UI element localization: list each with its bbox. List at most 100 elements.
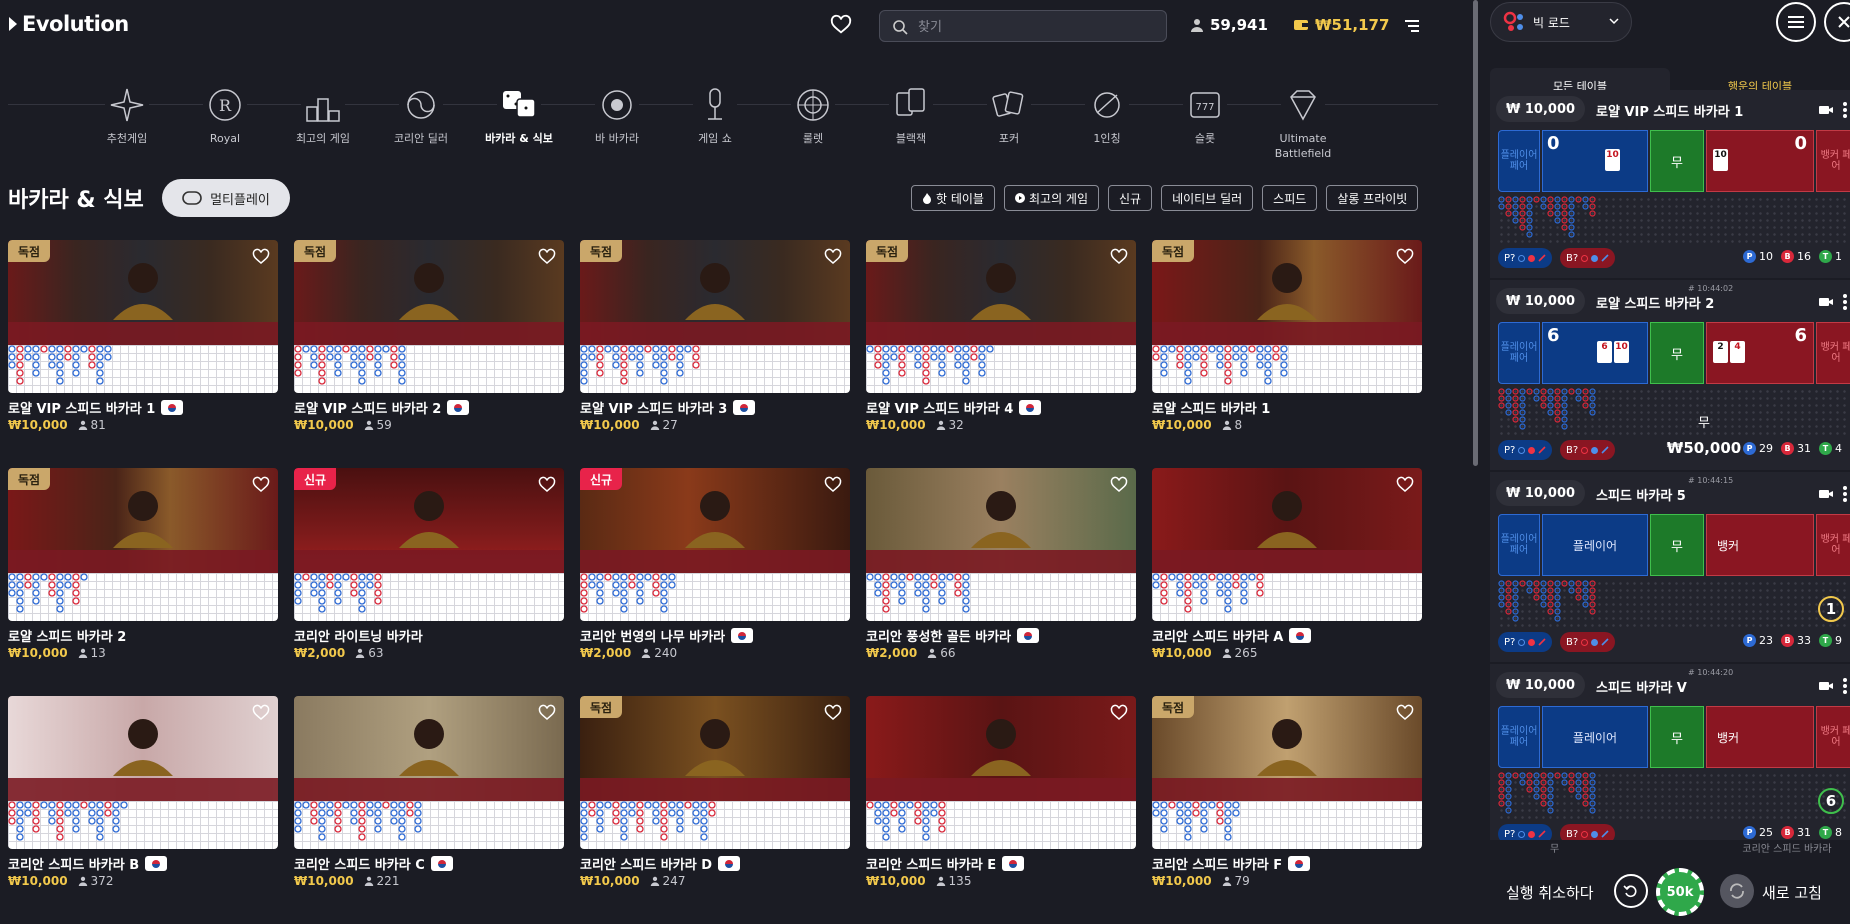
table-thumbnail[interactable] <box>294 696 564 849</box>
table-card[interactable]: 신규 코리안 라이트닝 바카라 ₩2,000 63 <box>294 468 564 660</box>
table-card[interactable]: 독점 코리안 스피드 바카라 D ₩10,000 247 <box>580 696 850 888</box>
favorite-heart-icon[interactable] <box>1396 248 1414 266</box>
player-pair-bet[interactable]: 플레이어 페어 <box>1498 706 1540 768</box>
undo-button[interactable] <box>1614 874 1648 908</box>
table-card[interactable]: 독점 코리안 스피드 바카라 F ₩10,000 79 <box>1152 696 1422 888</box>
table-card[interactable]: 독점 로얄 스피드 바카라 2 ₩10,000 13 <box>8 468 278 660</box>
banker-bet[interactable]: 뱅커 <box>1706 514 1814 576</box>
refresh-button[interactable] <box>1720 874 1754 908</box>
player-prediction[interactable]: P? <box>1498 440 1553 460</box>
search-box[interactable] <box>879 10 1167 42</box>
table-thumbnail[interactable] <box>8 696 278 849</box>
banker-pair-bet[interactable]: 뱅커 페어 <box>1816 706 1850 768</box>
panel-table-card[interactable]: # 10:44:02 ₩ 10,000 로얄 스피드 바카라 2 플레이어 페어 6 6 1… <box>1490 282 1850 472</box>
favorite-heart-icon[interactable] <box>252 248 270 266</box>
table-card[interactable]: 독점 로얄 VIP 스피드 바카라 2 ₩10,000 59 <box>294 240 564 432</box>
category-microphone[interactable]: 게임 쇼 <box>670 68 760 168</box>
banker-prediction[interactable]: B? <box>1560 632 1616 652</box>
multiplay-button[interactable]: 멀티플레이 <box>162 179 290 217</box>
more-options-icon[interactable] <box>1842 292 1848 312</box>
table-thumbnail[interactable]: 독점 <box>580 696 850 849</box>
video-camera-icon[interactable] <box>1818 680 1834 692</box>
favorite-heart-icon[interactable] <box>252 476 270 494</box>
player-pair-bet[interactable]: 플레이어 페어 <box>1498 130 1540 192</box>
favorite-heart-icon[interactable] <box>1110 248 1128 266</box>
main-scrollbar-thumb[interactable] <box>1473 0 1478 466</box>
tie-bet[interactable]: 무 <box>1650 130 1704 192</box>
category-slot-machine[interactable]: 777 슬롯 <box>1160 68 1250 168</box>
chip-selector[interactable]: 50k <box>1656 868 1704 916</box>
category-poker-cards[interactable]: 포커 <box>964 68 1054 168</box>
video-camera-icon[interactable] <box>1818 296 1834 308</box>
table-thumbnail[interactable]: 신규 <box>294 468 564 621</box>
favorite-heart-icon[interactable] <box>1110 704 1128 722</box>
banker-pair-bet[interactable]: 뱅커 페어 <box>1816 130 1850 192</box>
panel-table-card[interactable]: ₩ 10,000 로얄 VIP 스피드 바카라 1 플레이어 페어 0 10 무 0 10 뱅커… <box>1490 90 1850 280</box>
player-pair-bet[interactable]: 플레이어 페어 <box>1498 514 1540 576</box>
banker-prediction[interactable]: B? <box>1560 248 1616 268</box>
panel-table-card[interactable]: # 10:44:15 ₩ 10,000 스피드 바카라 5 플레이어 페어 플레이어 무 뱅… <box>1490 474 1850 664</box>
player-prediction[interactable]: P? <box>1498 248 1553 268</box>
player-prediction[interactable]: P? <box>1498 632 1553 652</box>
player-prediction[interactable]: P? <box>1498 824 1553 840</box>
table-card[interactable]: 코리안 스피드 바카라 E ₩10,000 135 <box>866 696 1136 888</box>
banker-bet[interactable]: 뱅커 <box>1706 706 1814 768</box>
table-card[interactable]: 독점 로얄 스피드 바카라 1 ₩10,000 8 <box>1152 240 1422 432</box>
favorite-heart-icon[interactable] <box>1110 476 1128 494</box>
favorite-heart-icon[interactable] <box>824 476 842 494</box>
banker-bet[interactable]: 0 10 <box>1706 130 1814 192</box>
category-korean-taeguk[interactable]: 코리안 딜러 <box>376 68 466 168</box>
panel-table-card[interactable]: # 10:44:20 ₩ 10,000 스피드 바카라 V 플레이어 페어 플레이어 무 뱅… <box>1490 666 1850 840</box>
table-thumbnail[interactable] <box>866 468 1136 621</box>
evolution-logo[interactable]: Evolution <box>8 12 129 36</box>
table-card[interactable]: 독점 로얄 VIP 스피드 바카라 3 ₩10,000 27 <box>580 240 850 432</box>
favorites-heart-icon[interactable] <box>830 14 852 36</box>
category-roulette[interactable]: 룰렛 <box>768 68 858 168</box>
player-bet[interactable]: 6 6 10 <box>1542 322 1648 384</box>
more-options-icon[interactable] <box>1842 100 1848 120</box>
filter-chip[interactable]: 네이티브 딜러 <box>1161 185 1254 211</box>
table-card[interactable]: 신규 코리안 번영의 나무 바카라 ₩2,000 240 <box>580 468 850 660</box>
table-thumbnail[interactable] <box>866 696 1136 849</box>
tie-bet[interactable]: 무 <box>1650 514 1704 576</box>
table-card[interactable]: 독점 로얄 VIP 스피드 바카라 4 ₩10,000 32 <box>866 240 1136 432</box>
table-thumbnail[interactable]: 신규 <box>580 468 850 621</box>
table-thumbnail[interactable]: 독점 <box>1152 240 1422 393</box>
player-bet[interactable]: 플레이어 <box>1542 706 1648 768</box>
panel-menu-button[interactable] <box>1776 2 1816 42</box>
favorite-heart-icon[interactable] <box>824 248 842 266</box>
table-thumbnail[interactable]: 독점 <box>8 468 278 621</box>
category-speed-baccarat[interactable]: 바 바카라 <box>572 68 662 168</box>
favorite-heart-icon[interactable] <box>252 704 270 722</box>
filter-chip[interactable]: 최고의 게임 <box>1003 185 1099 211</box>
road-type-select[interactable]: 빅 로드 <box>1490 2 1632 42</box>
banker-prediction[interactable]: B? <box>1560 824 1616 840</box>
search-input[interactable] <box>918 17 1158 37</box>
favorite-heart-icon[interactable] <box>824 704 842 722</box>
table-card[interactable]: 코리안 스피드 바카라 B ₩10,000 372 <box>8 696 278 888</box>
table-thumbnail[interactable]: 독점 <box>866 240 1136 393</box>
table-thumbnail[interactable] <box>1152 468 1422 621</box>
video-camera-icon[interactable] <box>1818 104 1834 116</box>
table-card[interactable]: 코리안 풍성한 골든 바카라 ₩2,000 66 <box>866 468 1136 660</box>
more-options-icon[interactable] <box>1842 484 1848 504</box>
filter-chip[interactable]: 신규 <box>1108 185 1153 211</box>
table-thumbnail[interactable]: 독점 <box>580 240 850 393</box>
banker-prediction[interactable]: B? <box>1560 440 1616 460</box>
favorite-heart-icon[interactable] <box>1396 476 1414 494</box>
category-blackjack-cards[interactable]: 블랙잭 <box>866 68 956 168</box>
category-diamond[interactable]: Ultimate Battlefield <box>1258 68 1348 168</box>
tie-bet[interactable]: 무 <box>1650 322 1704 384</box>
category-dice[interactable]: 바카라 & 식보 <box>474 68 564 168</box>
table-thumbnail[interactable]: 독점 <box>8 240 278 393</box>
banker-bet[interactable]: 6 24 <box>1706 322 1814 384</box>
player-bet[interactable]: 플레이어 <box>1542 514 1648 576</box>
table-card[interactable]: 코리안 스피드 바카라 A ₩10,000 265 <box>1152 468 1422 660</box>
more-options-icon[interactable] <box>1842 676 1848 696</box>
category-royal-crest[interactable]: R Royal <box>180 68 270 168</box>
category-sparkle[interactable]: 추천게임 <box>82 68 172 168</box>
player-bet[interactable]: 0 10 <box>1542 130 1648 192</box>
filter-chip[interactable]: 스피드 <box>1262 185 1318 211</box>
menu-icon[interactable] <box>1402 16 1422 36</box>
panel-close-button[interactable] <box>1824 2 1850 42</box>
